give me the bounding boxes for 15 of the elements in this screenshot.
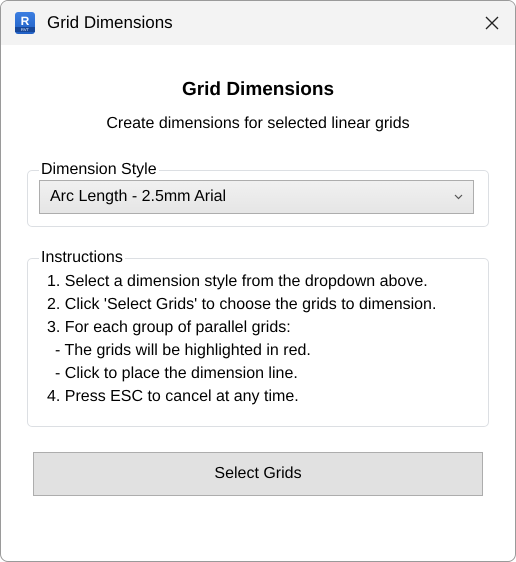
chevron-down-icon: [454, 194, 463, 200]
group-label: Instructions: [40, 249, 124, 267]
dialog-heading: Grid Dimensions: [182, 79, 334, 101]
close-icon: [484, 15, 500, 31]
instruction-step: 2. Click 'Select Grids' to choose the grids to dimension.: [47, 296, 474, 314]
instruction-step: - The grids will be highlighted in red.: [47, 342, 474, 360]
style-dropdown[interactable]: Arc Length - 2.5mm Arial: [39, 180, 474, 214]
instruction-step: 1. Select a dimension style from the dropdown above.: [47, 273, 474, 291]
dialog-subtitle: Create dimensions for selected linear grids: [106, 115, 410, 133]
instruction-step: - Click to place the dimension line.: [47, 365, 474, 383]
instruction-step: 3. For each group of parallel grids:: [47, 319, 474, 337]
window-title: Grid Dimensions: [47, 13, 174, 33]
instruction-step: 4. Press ESC to cancel at any time.: [47, 388, 474, 406]
group-label: Dimension Style: [40, 161, 158, 179]
select-grids-button[interactable]: Select Grids: [33, 452, 483, 496]
